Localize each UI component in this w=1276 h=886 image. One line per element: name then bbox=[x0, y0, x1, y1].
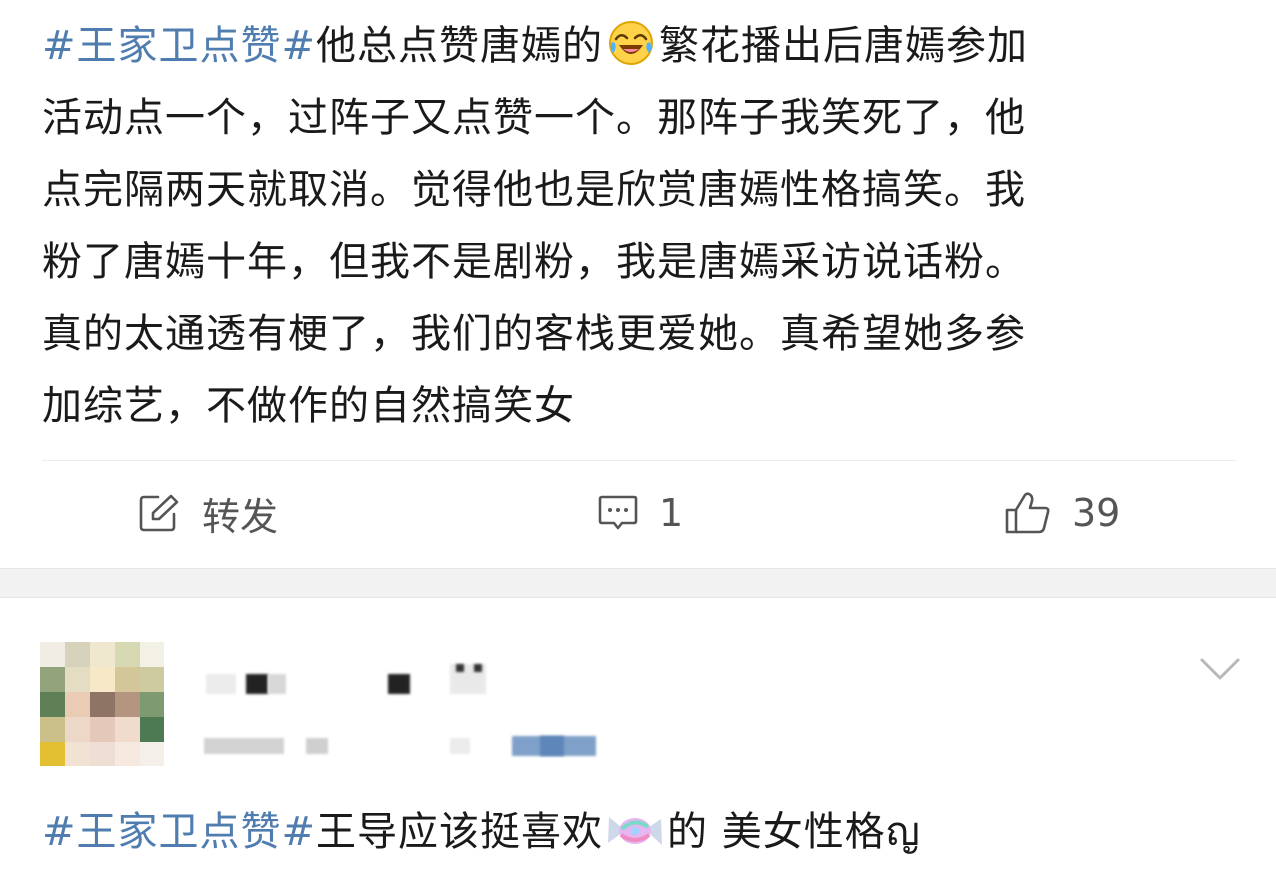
post-text: 他总点赞唐嫣的 bbox=[316, 23, 604, 69]
comment-button[interactable]: 1 bbox=[597, 486, 683, 540]
post-text-line: 真的太通透有梗了，我们的客栈更爱她。真希望她多参 bbox=[42, 311, 1026, 357]
post-text-line: 点完隔两天就取消。觉得他也是欣赏唐嫣性格搞笑。我 bbox=[42, 167, 1026, 213]
post-text-line: 加综艺，不做作的自然搞笑女 bbox=[42, 383, 575, 429]
feed-separator bbox=[0, 568, 1276, 598]
post-text-line: 粉了唐嫣十年，但我不是剧粉，我是唐嫣采访说话粉。 bbox=[42, 239, 1026, 285]
repost-button[interactable]: 转发 bbox=[138, 486, 278, 540]
avatar[interactable] bbox=[40, 642, 164, 766]
hashtag-link[interactable]: #王家卫点赞# bbox=[42, 809, 316, 855]
like-button[interactable]: 39 bbox=[1004, 486, 1120, 540]
post-text: 王导应该挺喜欢 bbox=[316, 809, 604, 855]
like-count: 39 bbox=[1072, 491, 1121, 535]
post-text-trailing: ญ bbox=[885, 809, 921, 855]
feed-post: #王家卫点赞#王导应该挺喜欢 的 美女性格ญ bbox=[0, 598, 1276, 886]
hashtag-link[interactable]: #王家卫点赞# bbox=[42, 23, 316, 69]
laughing-tears-emoji-icon bbox=[609, 21, 654, 65]
post-text: 繁花播出后唐嫣参加 bbox=[659, 23, 1029, 69]
candy-icon bbox=[608, 817, 663, 845]
post-body: #王家卫点赞#王导应该挺喜欢 的 美女性格ญ bbox=[42, 802, 921, 862]
comment-count: 1 bbox=[659, 491, 684, 535]
divider bbox=[42, 460, 1236, 461]
post-text-line: 活动点一个，过阵子又点赞一个。那阵子我笑死了，他 bbox=[42, 95, 1026, 141]
chevron-down-icon[interactable] bbox=[1198, 654, 1242, 684]
thumbs-up-icon bbox=[1005, 492, 1050, 534]
post-text: 的 美女性格 bbox=[667, 809, 886, 855]
post-body: #王家卫点赞#他总点赞唐嫣的 繁花播出后唐嫣参加 活动点一个，过阵子又点赞一个。… bbox=[42, 10, 1242, 442]
repost-icon bbox=[139, 494, 179, 532]
comment-icon bbox=[598, 495, 638, 530]
repost-label: 转发 bbox=[202, 494, 279, 539]
feed-post: #王家卫点赞#他总点赞唐嫣的 繁花播出后唐嫣参加 活动点一个，过阵子又点赞一个。… bbox=[0, 0, 1276, 568]
